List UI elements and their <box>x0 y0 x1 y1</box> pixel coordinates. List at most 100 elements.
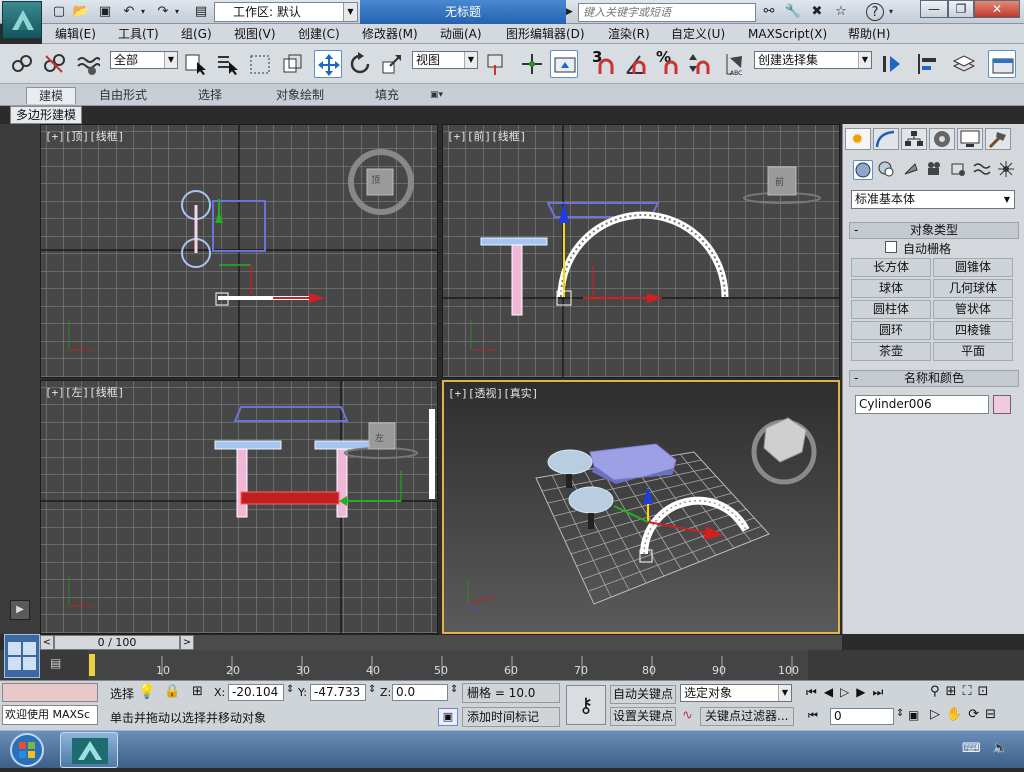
pivot-center-icon[interactable] <box>482 50 510 78</box>
maximize-viewport-icon[interactable]: ⊟ <box>985 707 1002 722</box>
layer-manager-icon[interactable] <box>950 50 978 78</box>
communication-center-icon[interactable]: 🔧 <box>784 3 802 21</box>
y-spinner-icon[interactable]: ⇕ <box>368 684 376 695</box>
help-dropdown-icon[interactable]: ▾ <box>886 3 896 21</box>
edit-named-selection-icon[interactable]: ABC <box>722 50 750 78</box>
undo-dropdown-icon[interactable]: ▾ <box>138 3 148 21</box>
hierarchy-tab-icon[interactable] <box>901 128 927 150</box>
menu-rendering[interactable]: 渲染(R) <box>608 24 650 44</box>
plane-button[interactable]: 平面 <box>933 342 1013 361</box>
mirror-icon[interactable] <box>878 50 906 78</box>
utilities-tab-hammer-icon[interactable] <box>985 128 1011 150</box>
track-bar[interactable]: ▤ 10 20 30 40 50 60 70 80 90 100 <box>0 634 1024 680</box>
menu-tools[interactable]: 工具(T) <box>118 24 159 44</box>
box-button[interactable]: 长方体 <box>851 258 931 277</box>
zoom-icon[interactable]: ⚲ <box>930 684 946 699</box>
open-file-icon[interactable]: 📂 <box>72 3 90 21</box>
volume-icon[interactable]: 🔈 <box>992 741 1008 756</box>
keyboard-icon[interactable]: ⌨ <box>962 741 981 756</box>
select-and-move-icon[interactable] <box>314 50 342 78</box>
snap-3d-toggle[interactable]: 3 <box>590 48 618 78</box>
menu-group[interactable]: 组(G) <box>181 24 212 44</box>
z-coord-input[interactable]: 0.0 <box>392 684 448 701</box>
select-by-name-icon[interactable] <box>214 50 242 78</box>
app-logo-icon[interactable] <box>2 1 42 39</box>
motion-tab-icon[interactable] <box>929 128 955 150</box>
ribbon-tab-selection[interactable]: 选择 <box>198 87 222 104</box>
primitive-category-select[interactable]: 标准基本体 ▼ <box>851 190 1015 209</box>
object-name-input[interactable]: Cylinder006 <box>855 395 989 414</box>
menu-create[interactable]: 创建(C) <box>298 24 340 44</box>
play-icon[interactable]: ▷ <box>840 685 856 699</box>
spinner-snap-icon[interactable] <box>686 50 714 78</box>
bind-space-warp-icon[interactable] <box>74 50 102 78</box>
current-frame-input[interactable]: 0 <box>830 708 894 725</box>
keyboard-shortcut-override-icon[interactable] <box>550 50 578 78</box>
viewport-perspective-label[interactable]: [+][透视][真实] <box>448 385 538 401</box>
previous-frame-icon[interactable]: ◀ <box>824 685 840 699</box>
workspace-select[interactable]: 工作区: 默认 ▼ <box>214 2 358 22</box>
y-coord-input[interactable]: -47.733 <box>310 684 366 701</box>
torus-button[interactable]: 圆环 <box>851 321 931 340</box>
rectangular-selection-icon[interactable] <box>246 50 274 78</box>
favorites-star-icon[interactable]: ☆ <box>832 3 850 21</box>
teapot-button[interactable]: 茶壶 <box>851 342 931 361</box>
cylinder-button[interactable]: 圆柱体 <box>851 300 931 319</box>
x-coord-input[interactable]: -20.104 <box>228 684 284 701</box>
geosphere-button[interactable]: 几何球体 <box>933 279 1013 298</box>
start-button-icon[interactable] <box>6 731 48 769</box>
zoom-extents-all-icon[interactable]: ⊡ <box>978 684 995 699</box>
angle-snap-icon[interactable] <box>622 50 650 78</box>
tube-button[interactable]: 管状体 <box>933 300 1013 319</box>
menu-edit[interactable]: 编辑(E) <box>55 24 96 44</box>
viewport-top[interactable]: [+][顶][线框] 顶 <box>40 124 438 378</box>
redo-dropdown-icon[interactable]: ▾ <box>172 3 182 21</box>
ribbon-options-icon[interactable]: ▣▾ <box>430 87 443 104</box>
menu-maxscript[interactable]: MAXScript(X) <box>748 24 827 44</box>
viewport-perspective[interactable]: [+][透视][真实] <box>442 380 840 634</box>
zoom-all-icon[interactable]: ⊞ <box>946 684 963 699</box>
ribbon-tab-populate[interactable]: 填充 <box>375 87 399 104</box>
display-tab-icon[interactable] <box>957 128 983 150</box>
new-file-icon[interactable]: ▢ <box>50 3 68 21</box>
window-crossing-icon[interactable] <box>278 50 306 78</box>
x-spinner-icon[interactable]: ⇕ <box>286 684 294 695</box>
orbit-icon[interactable]: ⟳ <box>968 707 985 722</box>
add-time-tag-button[interactable]: 添加时间标记 <box>462 707 560 727</box>
unlink-icon[interactable] <box>40 50 68 78</box>
select-and-scale-icon[interactable] <box>378 50 406 78</box>
viewport-layout-icon[interactable] <box>4 634 40 678</box>
time-prev-icon[interactable]: < <box>40 635 54 650</box>
object-type-rollout[interactable]: - 对象类型 <box>849 222 1019 239</box>
menu-customize[interactable]: 自定义(U) <box>671 24 725 44</box>
undo-icon[interactable]: ↶ <box>120 3 138 21</box>
key-filters-button[interactable]: 关键点过滤器... <box>700 707 794 726</box>
ribbon-tab-modeling[interactable]: 建模 <box>26 87 77 104</box>
time-tag-icon[interactable]: ▣ <box>438 708 458 726</box>
cone-button[interactable]: 圆锥体 <box>933 258 1013 277</box>
lights-icon[interactable] <box>901 160 921 180</box>
minimize-button[interactable]: — <box>920 0 948 18</box>
absolute-mode-transform-icon[interactable]: ⊞ <box>192 684 203 699</box>
object-color-swatch[interactable] <box>993 395 1011 414</box>
maxscript-mini-listener[interactable] <box>2 683 98 702</box>
named-selection-set-select[interactable]: 创建选择集 ▼ <box>754 51 872 69</box>
close-button[interactable]: ✕ <box>974 0 1020 18</box>
taskbar-3dsmax-button[interactable] <box>60 732 118 768</box>
space-warps-icon[interactable] <box>973 160 993 180</box>
ribbon-tab-object-paint[interactable]: 对象绘制 <box>276 87 324 104</box>
time-slider-thumb[interactable]: 0 / 100 <box>54 635 180 650</box>
go-to-start-icon[interactable]: ⏮ <box>806 685 824 699</box>
set-key-button[interactable]: 设置关键点 <box>610 707 676 726</box>
shapes-icon[interactable] <box>877 160 897 180</box>
helpers-icon[interactable] <box>949 160 969 180</box>
redo-icon[interactable]: ↷ <box>154 3 172 21</box>
field-of-view-icon[interactable]: ▷ <box>930 707 946 722</box>
search-expand-icon[interactable]: ▶ <box>566 5 576 19</box>
polygon-modeling-label[interactable]: 多边形建模 <box>10 106 82 124</box>
viewport-top-label[interactable]: [+][顶][线框] <box>45 128 124 144</box>
maximize-button[interactable]: ❐ <box>948 0 974 18</box>
z-spinner-icon[interactable]: ⇕ <box>450 684 458 695</box>
modify-tab-icon[interactable] <box>873 128 899 150</box>
sphere-button[interactable]: 球体 <box>851 279 931 298</box>
